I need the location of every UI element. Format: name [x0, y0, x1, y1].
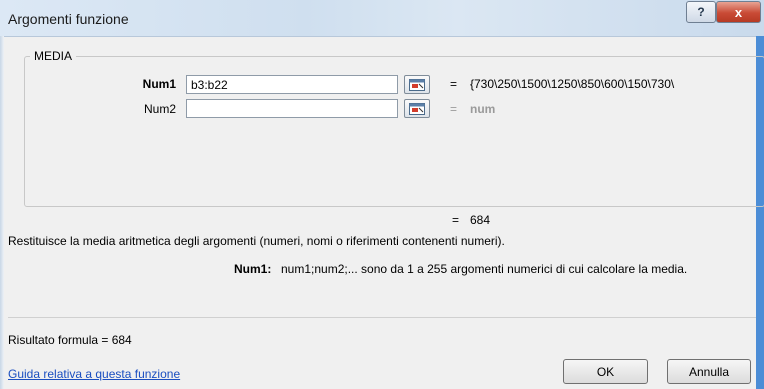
result-value: 684: [470, 213, 491, 227]
range-select-icon: [409, 102, 425, 115]
num1-equals: =: [450, 77, 458, 91]
range-select-icon: [409, 78, 425, 91]
help-link[interactable]: Guida relativa a questa funzione: [8, 367, 180, 381]
num2-label: Num2: [143, 102, 176, 116]
close-button[interactable]: x: [716, 1, 761, 23]
num2-input[interactable]: [186, 99, 398, 118]
dialog-title: Argomenti funzione: [8, 11, 129, 27]
num2-equals: =: [450, 102, 458, 116]
ok-button[interactable]: OK: [563, 359, 648, 384]
cancel-button[interactable]: Annulla: [667, 359, 751, 384]
num1-label: Num1: [142, 77, 176, 91]
function-description: Restituisce la media aritmetica degli ar…: [8, 234, 505, 248]
num1-collapse-button[interactable]: [404, 75, 430, 94]
num1-input[interactable]: [186, 75, 398, 94]
help-button[interactable]: ?: [686, 1, 716, 23]
separator: [8, 317, 756, 318]
title-bar: Argomenti funzione ? x: [0, 0, 764, 37]
result-equals: =: [452, 213, 460, 227]
window-left-edge: [0, 36, 4, 389]
formula-result: Risultato formula = 684: [8, 333, 132, 347]
close-icon: x: [734, 4, 743, 20]
num2-collapse-button[interactable]: [404, 99, 430, 118]
num1-result: {730\250\1500\1250\850\600\150\730\: [470, 77, 675, 91]
arg-help-text: num1;num2;... sono da 1 a 255 argomenti …: [281, 262, 688, 276]
help-icon: ?: [697, 5, 705, 19]
function-name: MEDIA: [30, 49, 77, 63]
num2-result: num: [470, 102, 496, 116]
arg-help-label: Num1:: [234, 262, 272, 276]
